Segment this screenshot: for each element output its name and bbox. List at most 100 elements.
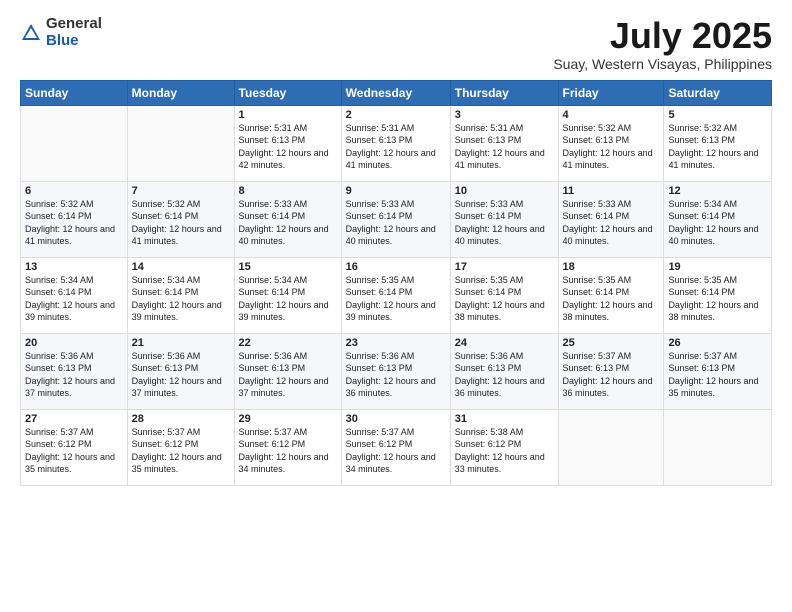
day-info: Sunrise: 5:33 AMSunset: 6:14 PMDaylight:… [455,199,545,247]
day-number: 22 [239,337,337,349]
table-row [558,409,664,485]
table-row: 4Sunrise: 5:32 AMSunset: 6:13 PMDaylight… [558,105,664,181]
day-number: 17 [455,261,554,273]
table-row: 16 Sunrise: 5:35 AMSunset: 6:14 PMDayligh… [341,257,450,333]
day-info: Sunrise: 5:37 AMSunset: 6:12 PMDaylight:… [25,427,115,475]
day-info: Sunrise: 5:32 AMSunset: 6:13 PMDaylight:… [668,123,758,171]
col-sunday: Sunday [21,80,128,105]
table-row: 17 Sunrise: 5:35 AMSunset: 6:14 PMDayligh… [450,257,558,333]
calendar-week-row: 6 Sunrise: 5:32 AMSunset: 6:14 PMDaylight… [21,181,772,257]
day-number: 27 [25,413,123,425]
table-row: 14Sunrise: 5:34 AMSunset: 6:14 PMDayligh… [127,257,234,333]
day-info: Sunrise: 5:36 AMSunset: 6:13 PMDaylight:… [25,351,115,399]
day-info: Sunrise: 5:36 AMSunset: 6:13 PMDaylight:… [132,351,222,399]
col-tuesday: Tuesday [234,80,341,105]
table-row: 7 Sunrise: 5:32 AMSunset: 6:14 PMDaylight… [127,181,234,257]
day-number: 2 [346,109,446,121]
day-info: Sunrise: 5:31 AMSunset: 6:13 PMDaylight:… [346,123,436,171]
day-number: 18 [563,261,660,273]
day-info: Sunrise: 5:36 AMSunset: 6:13 PMDaylight:… [455,351,545,399]
table-row: 20 Sunrise: 5:36 AMSunset: 6:13 PMDayligh… [21,333,128,409]
calendar-subtitle: Suay, Western Visayas, Philippines [553,56,772,72]
day-number: 7 [132,185,230,197]
table-row: 27 Sunrise: 5:37 AMSunset: 6:12 PMDayligh… [21,409,128,485]
day-info: Sunrise: 5:37 AMSunset: 6:12 PMDaylight:… [239,427,329,475]
table-row: 31Sunrise: 5:38 AMSunset: 6:12 PMDayligh… [450,409,558,485]
day-info: Sunrise: 5:37 AMSunset: 6:12 PMDaylight:… [132,427,222,475]
logo-icon [20,22,42,44]
table-row: 3Sunrise: 5:31 AMSunset: 6:13 PMDaylight… [450,105,558,181]
table-row: 30 Sunrise: 5:37 AMSunset: 6:12 PMDayligh… [341,409,450,485]
table-row: 24 Sunrise: 5:36 AMSunset: 6:13 PMDayligh… [450,333,558,409]
table-row: 15 Sunrise: 5:34 AMSunset: 6:14 PMDayligh… [234,257,341,333]
day-info: Sunrise: 5:33 AMSunset: 6:14 PMDaylight:… [239,199,329,247]
day-info: Sunrise: 5:34 AMSunset: 6:14 PMDaylight:… [239,275,329,323]
day-number: 6 [25,185,123,197]
calendar-week-row: 1 Sunrise: 5:31 AMSunset: 6:13 PMDaylight… [21,105,772,181]
day-info: Sunrise: 5:34 AMSunset: 6:14 PMDaylight:… [132,275,222,323]
day-info: Sunrise: 5:31 AMSunset: 6:13 PMDaylight:… [239,123,329,171]
day-number: 20 [25,337,123,349]
day-info: Sunrise: 5:33 AMSunset: 6:14 PMDaylight:… [563,199,653,247]
calendar-week-row: 13 Sunrise: 5:34 AMSunset: 6:14 PMDayligh… [21,257,772,333]
day-info: Sunrise: 5:36 AMSunset: 6:13 PMDaylight:… [239,351,329,399]
day-info: Sunrise: 5:32 AMSunset: 6:13 PMDaylight:… [563,123,653,171]
table-row: 6 Sunrise: 5:32 AMSunset: 6:14 PMDaylight… [21,181,128,257]
day-number: 1 [239,109,337,121]
title-block: July 2025 Suay, Western Visayas, Philipp… [553,16,772,72]
calendar-table: Sunday Monday Tuesday Wednesday Thursday… [20,80,772,486]
calendar-header-row: Sunday Monday Tuesday Wednesday Thursday… [21,80,772,105]
day-info: Sunrise: 5:35 AMSunset: 6:14 PMDaylight:… [346,275,436,323]
day-number: 24 [455,337,554,349]
day-number: 28 [132,413,230,425]
table-row: 21Sunrise: 5:36 AMSunset: 6:13 PMDayligh… [127,333,234,409]
day-info: Sunrise: 5:35 AMSunset: 6:14 PMDaylight:… [563,275,653,323]
day-info: Sunrise: 5:31 AMSunset: 6:13 PMDaylight:… [455,123,545,171]
table-row: 13 Sunrise: 5:34 AMSunset: 6:14 PMDayligh… [21,257,128,333]
col-monday: Monday [127,80,234,105]
col-wednesday: Wednesday [341,80,450,105]
col-thursday: Thursday [450,80,558,105]
logo-text: General Blue [46,16,102,49]
page-header: General Blue July 2025 Suay, Western Vis… [20,16,772,72]
day-number: 26 [668,337,767,349]
table-row: 28 Sunrise: 5:37 AMSunset: 6:12 PMDayligh… [127,409,234,485]
day-info: Sunrise: 5:32 AMSunset: 6:14 PMDaylight:… [132,199,222,247]
day-number: 16 [346,261,446,273]
col-friday: Friday [558,80,664,105]
day-info: Sunrise: 5:37 AMSunset: 6:13 PMDaylight:… [668,351,758,399]
day-info: Sunrise: 5:35 AMSunset: 6:14 PMDaylight:… [455,275,545,323]
day-info: Sunrise: 5:36 AMSunset: 6:13 PMDaylight:… [346,351,436,399]
table-row: 12 Sunrise: 5:34 AMSunset: 6:14 PMDayligh… [664,181,772,257]
logo: General Blue [20,16,102,49]
table-row: 9Sunrise: 5:33 AMSunset: 6:14 PMDaylight… [341,181,450,257]
logo-general: General [46,16,102,33]
calendar-week-row: 27 Sunrise: 5:37 AMSunset: 6:12 PMDayligh… [21,409,772,485]
table-row: 2 Sunrise: 5:31 AMSunset: 6:13 PMDaylight… [341,105,450,181]
calendar-title: July 2025 [553,16,772,56]
table-row: 8Sunrise: 5:33 AMSunset: 6:14 PMDaylight… [234,181,341,257]
day-info: Sunrise: 5:34 AMSunset: 6:14 PMDaylight:… [25,275,115,323]
table-row: 22 Sunrise: 5:36 AMSunset: 6:13 PMDayligh… [234,333,341,409]
table-row: 26 Sunrise: 5:37 AMSunset: 6:13 PMDayligh… [664,333,772,409]
day-number: 15 [239,261,337,273]
day-number: 30 [346,413,446,425]
table-row: 10Sunrise: 5:33 AMSunset: 6:14 PMDayligh… [450,181,558,257]
day-number: 31 [455,413,554,425]
day-number: 19 [668,261,767,273]
day-info: Sunrise: 5:37 AMSunset: 6:12 PMDaylight:… [346,427,436,475]
day-number: 23 [346,337,446,349]
table-row: 1 Sunrise: 5:31 AMSunset: 6:13 PMDaylight… [234,105,341,181]
logo-blue: Blue [46,33,102,50]
day-number: 11 [563,185,660,197]
table-row: 11 Sunrise: 5:33 AMSunset: 6:14 PMDayligh… [558,181,664,257]
day-info: Sunrise: 5:33 AMSunset: 6:14 PMDaylight:… [346,199,436,247]
table-row: 29Sunrise: 5:37 AMSunset: 6:12 PMDayligh… [234,409,341,485]
table-row: 23 Sunrise: 5:36 AMSunset: 6:13 PMDayligh… [341,333,450,409]
table-row: 25Sunrise: 5:37 AMSunset: 6:13 PMDayligh… [558,333,664,409]
day-number: 13 [25,261,123,273]
day-info: Sunrise: 5:34 AMSunset: 6:14 PMDaylight:… [668,199,758,247]
table-row: 5Sunrise: 5:32 AMSunset: 6:13 PMDaylight… [664,105,772,181]
day-number: 12 [668,185,767,197]
day-info: Sunrise: 5:32 AMSunset: 6:14 PMDaylight:… [25,199,115,247]
